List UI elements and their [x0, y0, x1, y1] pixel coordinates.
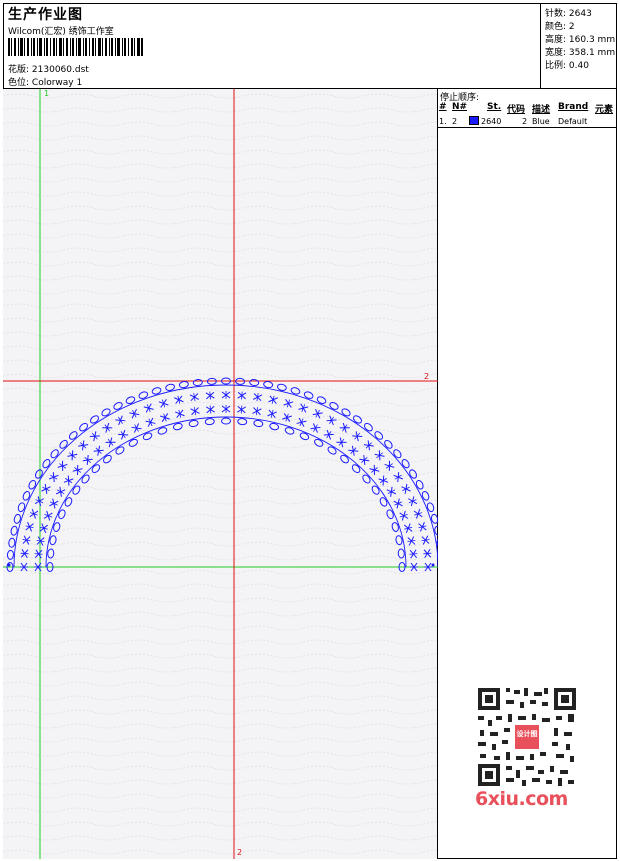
- col-needle: N#: [452, 102, 468, 112]
- colorway-value: Colorway 1: [31, 78, 83, 88]
- design-value: 2130060.dst: [31, 65, 89, 75]
- page-title: 生产作业图: [8, 7, 83, 23]
- col-element: 元素: [595, 105, 614, 115]
- row-brand: Default: [558, 117, 588, 126]
- design-canvas-drawing: [3, 89, 438, 859]
- colorway-line: 色位: Colorway 1: [8, 75, 82, 88]
- watermark-text: 6xiu.com: [475, 788, 568, 810]
- col-code: 代码: [507, 105, 526, 115]
- qr-stamp-text: 设计图: [516, 730, 538, 738]
- stat-colors: 颜色: 2: [545, 22, 575, 32]
- design-label: 花版:: [8, 65, 30, 75]
- row-needle: 2: [452, 117, 458, 126]
- end-marker: [431, 563, 435, 567]
- row-stitches: 2640: [481, 117, 502, 126]
- col-description: 描述: [532, 105, 551, 115]
- stat-stitches: 针数: 2643: [545, 9, 592, 19]
- fabric-texture: [3, 89, 438, 859]
- thread-color-swatch: [469, 116, 479, 125]
- barcode-icon: [8, 38, 143, 56]
- stat-width: 宽度: 358.1 mm: [545, 48, 616, 58]
- row-code: 2: [522, 117, 528, 126]
- col-stitches: St.: [487, 102, 502, 112]
- guide-label-red-horizontal: 2: [424, 372, 430, 381]
- row-number: 1.: [439, 117, 447, 126]
- col-number: #: [439, 102, 447, 112]
- col-brand: Brand: [558, 102, 589, 112]
- row-description: Blue: [532, 117, 550, 126]
- guide-label-green: 1: [44, 89, 50, 98]
- guide-label-red-vertical: 2: [237, 848, 243, 857]
- row-divider: [438, 127, 617, 128]
- design-file-line: 花版: 2130060.dst: [8, 62, 89, 75]
- stat-scale: 比例: 0.40: [545, 61, 589, 71]
- start-marker: [7, 563, 11, 567]
- stat-height: 高度: 160.3 mm: [545, 35, 616, 45]
- colorway-label: 色位:: [8, 78, 30, 88]
- studio-subtitle: Wilcom(汇宏) 绣饰工作室: [8, 27, 114, 37]
